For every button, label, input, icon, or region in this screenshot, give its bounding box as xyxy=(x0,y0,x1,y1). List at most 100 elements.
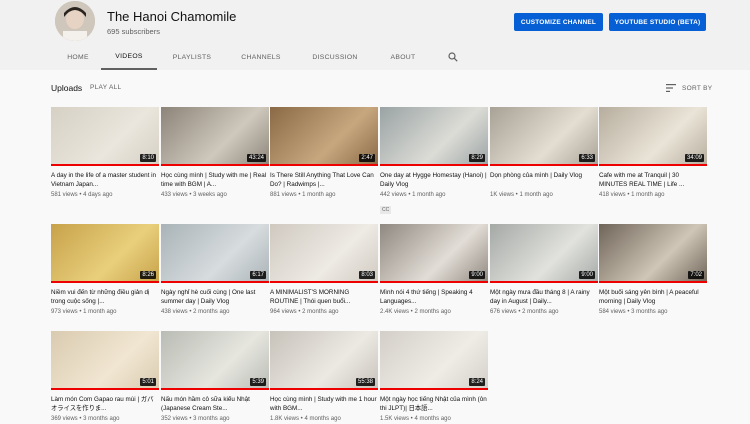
video-thumbnail[interactable]: 8:24 xyxy=(380,331,488,390)
video-thumbnail[interactable]: 34:09 xyxy=(599,107,707,166)
video-duration: 8:29 xyxy=(469,154,485,162)
video-thumbnail[interactable]: 2:47 xyxy=(270,107,378,166)
video-meta: 1.8K views • 4 months ago xyxy=(270,416,341,422)
video-meta: 352 views • 3 months ago xyxy=(161,416,230,422)
video-thumbnail[interactable]: 8:29 xyxy=(380,107,488,166)
video-meta: 1K views • 1 month ago xyxy=(490,192,553,198)
video-thumbnail[interactable]: 9:00 xyxy=(490,224,598,283)
video-duration: 34:09 xyxy=(684,154,704,162)
video-thumbnail[interactable]: 8:26 xyxy=(51,224,159,283)
video-card[interactable]: 5:39 Nấu món hầm cô sữa kiểu Nhật (Japane… xyxy=(161,331,269,422)
video-card[interactable]: 5:01 Làm món Com Gapao rau mùi | ガパオライスを作… xyxy=(51,331,159,422)
video-card[interactable]: 8:29 One day at Hygge Homestay (Hanoi) | … xyxy=(380,107,488,216)
video-thumbnail[interactable]: 6:33 xyxy=(490,107,598,166)
play-all-button[interactable]: PLAY ALL xyxy=(90,84,121,91)
video-title[interactable]: One day at Hygge Homestay (Hanoi) | Dail… xyxy=(380,172,488,189)
video-meta: 964 views • 2 months ago xyxy=(270,309,339,315)
tab-about[interactable]: ABOUT xyxy=(375,45,431,70)
video-duration: 8:10 xyxy=(140,154,156,162)
channel-avatar[interactable] xyxy=(55,1,95,41)
video-card[interactable]: 2:47 Is There Still Anything That Love Ca… xyxy=(270,107,378,198)
video-title[interactable]: Học cùng mình | Study with me | Real tim… xyxy=(161,172,269,189)
video-title[interactable]: Một ngày mưa đầu tháng 8 | A rainy day i… xyxy=(490,289,598,306)
watch-progress-bar xyxy=(599,164,707,166)
video-meta: 881 views • 1 month ago xyxy=(270,192,336,198)
watch-progress-bar xyxy=(490,281,598,283)
video-title[interactable]: Nấu món hầm cô sữa kiểu Nhật (Japanese C… xyxy=(161,396,269,413)
channel-tabs: HOME VIDEOS PLAYLISTS CHANNELS DISCUSSIO… xyxy=(55,45,431,70)
video-meta: 442 views • 1 month ago xyxy=(380,192,446,198)
tab-videos[interactable]: VIDEOS xyxy=(101,45,157,70)
watch-progress-bar xyxy=(161,281,269,283)
sort-by-label: SORT BY xyxy=(682,84,713,92)
watch-progress-bar xyxy=(599,281,707,283)
video-thumbnail[interactable]: 55:38 xyxy=(270,331,378,390)
video-meta: 438 views • 2 months ago xyxy=(161,309,230,315)
video-card[interactable]: 34:09 Cafe with me at Tranquil | 30 MINUT… xyxy=(599,107,707,198)
channel-name: The Hanoi Chamomile xyxy=(107,9,237,24)
video-card[interactable]: 9:00 Một ngày mưa đầu tháng 8 | A rainy d… xyxy=(490,224,598,315)
sort-by-button[interactable]: SORT BY xyxy=(666,84,712,92)
video-thumbnail[interactable]: 7:02 xyxy=(599,224,707,283)
video-meta: 369 views • 3 months ago xyxy=(51,416,120,422)
watch-progress-bar xyxy=(270,281,378,283)
watch-progress-bar xyxy=(161,388,269,390)
video-thumbnail[interactable]: 8:10 xyxy=(51,107,159,166)
video-title[interactable]: Làm món Com Gapao rau mùi | ガパオライスを作りま..… xyxy=(51,396,159,413)
video-title[interactable]: Một ngày học tiếng Nhật của mình (ôn thi… xyxy=(380,396,488,413)
tab-playlists[interactable]: PLAYLISTS xyxy=(157,45,227,70)
video-card[interactable]: 8:10 A day in the life of a master studen… xyxy=(51,107,159,198)
video-meta: 973 views • 1 month ago xyxy=(51,309,117,315)
watch-progress-bar xyxy=(380,164,488,166)
video-duration: 9:00 xyxy=(469,271,485,279)
video-card[interactable]: 9:00 Mình nói 4 thứ tiếng | Speaking 4 La… xyxy=(380,224,488,315)
uploads-heading: Uploads xyxy=(51,83,83,93)
customize-channel-button[interactable]: CUSTOMIZE CHANNEL xyxy=(514,13,603,31)
video-duration: 5:01 xyxy=(140,378,156,386)
video-thumbnail[interactable]: 6:17 xyxy=(161,224,269,283)
video-card[interactable]: 55:38 Học cùng mình | Study with me 1 hou… xyxy=(270,331,378,422)
video-card[interactable]: 8:03 A MINIMALIST'S MORNING ROUTINE | Thó… xyxy=(270,224,378,315)
video-title[interactable]: Niềm vui đến từ những điều giản dị trong… xyxy=(51,289,159,306)
video-card[interactable]: 6:17 Ngày nghỉ hè cuối cùng | One last su… xyxy=(161,224,269,315)
tab-channels[interactable]: CHANNELS xyxy=(227,45,295,70)
video-duration: 55:38 xyxy=(355,378,375,386)
video-meta: 433 views • 3 weeks ago xyxy=(161,192,227,198)
video-title[interactable]: A MINIMALIST'S MORNING ROUTINE | Thói qu… xyxy=(270,289,378,306)
video-title[interactable]: Cafe with me at Tranquil | 30 MINUTES RE… xyxy=(599,172,707,189)
video-title[interactable]: A day in the life of a master student in… xyxy=(51,172,159,189)
video-meta: 1.5K views • 4 months ago xyxy=(380,416,451,422)
video-title[interactable]: Học cùng mình | Study with me 1 hour wit… xyxy=(270,396,378,413)
video-thumbnail[interactable]: 9:00 xyxy=(380,224,488,283)
video-thumbnail[interactable]: 5:01 xyxy=(51,331,159,390)
tab-discussion[interactable]: DISCUSSION xyxy=(295,45,375,70)
video-card[interactable]: 43:24 Học cùng mình | Study with me | Rea… xyxy=(161,107,269,198)
cc-badge: CC xyxy=(380,206,392,214)
video-title[interactable]: Một buổi sáng yên bình | A peaceful morn… xyxy=(599,289,707,306)
watch-progress-bar xyxy=(490,164,598,166)
subscriber-count: 695 subscribers xyxy=(107,27,160,36)
video-title[interactable]: Mình nói 4 thứ tiếng | Speaking 4 Langua… xyxy=(380,289,488,306)
video-thumbnail[interactable]: 5:39 xyxy=(161,331,269,390)
watch-progress-bar xyxy=(51,281,159,283)
watch-progress-bar xyxy=(51,164,159,166)
video-card[interactable]: 8:26 Niềm vui đến từ những điều giản dị t… xyxy=(51,224,159,315)
watch-progress-bar xyxy=(51,388,159,390)
search-icon[interactable] xyxy=(448,52,458,62)
watch-progress-bar xyxy=(380,281,488,283)
video-duration: 8:03 xyxy=(359,271,375,279)
video-title[interactable]: Ngày nghỉ hè cuối cùng | One last summer… xyxy=(161,289,269,306)
watch-progress-bar xyxy=(270,164,378,166)
video-title[interactable]: Dọn phòng của mình | Daily Vlog xyxy=(490,172,598,189)
video-duration: 43:24 xyxy=(246,154,266,162)
video-meta: 2.4K views • 2 months ago xyxy=(380,309,451,315)
video-card[interactable]: 8:24 Một ngày học tiếng Nhật của mình (ôn… xyxy=(380,331,488,422)
video-title[interactable]: Is There Still Anything That Love Can Do… xyxy=(270,172,378,189)
video-duration: 5:39 xyxy=(250,378,266,386)
video-card[interactable]: 7:02 Một buổi sáng yên bình | A peaceful … xyxy=(599,224,707,315)
video-thumbnail[interactable]: 8:03 xyxy=(270,224,378,283)
youtube-studio-button[interactable]: YOUTUBE STUDIO (BETA) xyxy=(609,13,706,31)
tab-home[interactable]: HOME xyxy=(55,45,101,70)
video-thumbnail[interactable]: 43:24 xyxy=(161,107,269,166)
video-card[interactable]: 6:33 Dọn phòng của mình | Daily Vlog 1K vi… xyxy=(490,107,598,198)
